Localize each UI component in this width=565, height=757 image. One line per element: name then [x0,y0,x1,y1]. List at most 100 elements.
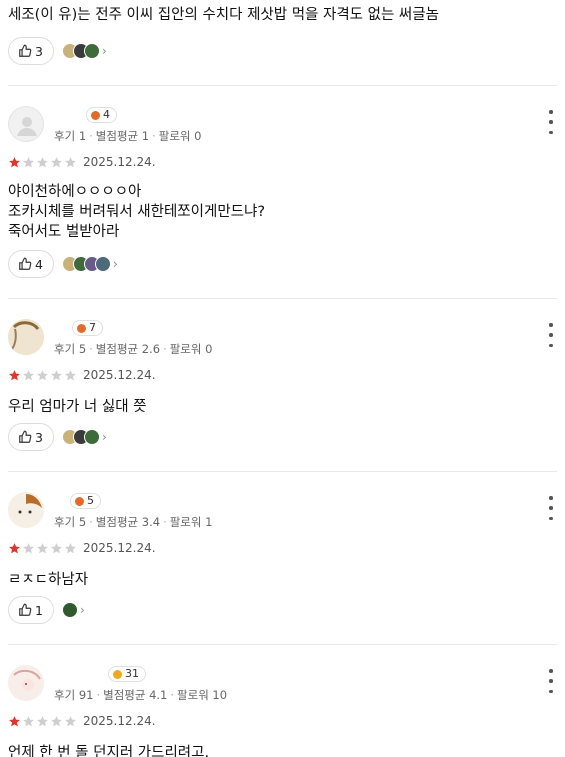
star-icon [37,156,48,167]
review-text-line: 우리 엄마가 너 싫대 쯧 [8,399,147,415]
review-item: 4 후기 1 · 별점평균 1 · 팔로워 0 2025.12.24. 야이천하에ㅇㅇㅇ… [0,106,565,278]
star-icon [9,369,20,380]
rating: 2025.12.24. [0,365,565,385]
star-icon [23,715,34,726]
level-badge: 5 [70,493,101,509]
rating: 2025.12.24. [0,711,565,731]
avg-rating: 별점평균 2.6 [95,342,161,356]
more-vertical-icon[interactable] [545,669,557,693]
level-number: 5 [87,494,94,507]
followers: 팔로워 0 [169,342,213,356]
user-meta: 후기 5 · 별점평균 2.6 · 팔로워 0 [54,342,213,356]
star-icon [37,715,48,726]
review-actions: 4 › [8,250,118,278]
star-icon [9,542,20,553]
like-count: 3 [35,43,43,59]
like-count: 3 [35,429,43,445]
medal-icon [75,496,84,506]
user-meta: 후기 91 · 별점평균 4.1 · 팔로워 10 [54,688,228,702]
star-icon [65,542,76,553]
review-count: 후기 91 [54,688,94,702]
chevron-right-icon: › [79,603,85,617]
avatar[interactable] [8,665,44,701]
thumbs-up-icon [19,430,32,443]
star-icon [51,369,62,380]
review-text-line: 죽어서도 벌받아라 [8,224,120,240]
reaction-emoji [83,429,100,445]
level-number: 7 [89,321,96,334]
more-vertical-icon[interactable] [545,496,557,520]
thumbs-up-icon [19,257,32,270]
review-date: 2025.12.24. [83,541,156,555]
star-rating [8,715,77,728]
star-icon [23,156,34,167]
like-button[interactable]: 3 [8,423,54,451]
review-count: 후기 5 [54,342,87,356]
like-button[interactable]: 3 [8,37,54,65]
review-date: 2025.12.24. [83,155,156,169]
thumbs-up-icon [19,44,32,57]
review-text-line: 야이천하에ㅇㅇㅇㅇ아 [8,184,142,200]
thumbs-up-icon [19,603,32,616]
star-rating [8,369,77,382]
like-count: 4 [35,256,43,272]
review-count: 후기 1 [54,129,87,143]
level-badge: 31 [108,666,146,682]
avatar[interactable] [8,106,44,142]
chevron-right-icon: › [101,430,107,444]
review-item: 7 후기 5 · 별점평균 2.6 · 팔로워 0 2025.12.24. 우리 엄마가… [0,319,565,451]
review-text-line: ㄹㅈㄷ하남자 [8,572,89,588]
review-item: 5 후기 5 · 별점평균 3.4 · 팔로워 1 2025.12.24. ㄹㅈㄷ하남자… [0,492,565,624]
reaction-emoji [83,43,100,59]
review-actions: 1 › [8,596,85,624]
star-icon [65,715,76,726]
review-text: 우리 엄마가 너 싫대 쯧 [0,397,565,417]
chevron-right-icon: › [101,44,107,58]
star-icon [65,156,76,167]
review-text-line: 세조(이 유)는 전주 이씨 집안의 수치다 제삿밥 먹을 자격도 없는 써글놈 [8,7,439,23]
more-vertical-icon[interactable] [545,323,557,347]
divider [8,298,557,299]
star-rating [8,542,77,555]
reaction-emoji [61,602,78,618]
user-meta: 후기 5 · 별점평균 3.4 · 팔로워 1 [54,515,213,529]
star-icon [9,156,20,167]
avg-rating: 별점평균 4.1 [103,688,168,702]
followers: 팔로워 0 [158,129,202,143]
reactions[interactable]: › [61,256,118,272]
star-icon [51,715,62,726]
review-text-line: 언제 한 번 돌 던지러 가드리려고. [8,745,210,757]
like-count: 1 [35,602,43,618]
chevron-right-icon: › [112,257,118,271]
reactions[interactable]: › [61,429,107,445]
avatar[interactable] [8,319,44,355]
medal-icon [113,669,122,679]
rating: 2025.12.24. [0,538,565,558]
review-text-line: 조카시체를 버려둬서 새한테쪼이게만드냐? [8,204,266,220]
medal-icon [91,110,100,120]
rating: 2025.12.24. [0,152,565,172]
followers: 팔로워 1 [169,515,213,529]
avg-rating: 별점평균 3.4 [95,515,161,529]
level-badge: 4 [86,107,117,123]
reactions[interactable]: › [61,602,85,618]
review-actions: 3 › [8,423,107,451]
review-item: 31 후기 91 · 별점평균 4.1 · 팔로워 10 2025.12.24. 언제 … [0,665,565,757]
level-number: 31 [125,667,139,680]
like-button[interactable]: 4 [8,250,54,278]
reactions[interactable]: › [61,43,107,59]
star-icon [23,369,34,380]
followers: 팔로워 10 [177,688,228,702]
star-rating [8,156,77,169]
like-button[interactable]: 1 [8,596,54,624]
star-icon [9,715,20,726]
avatar[interactable] [8,492,44,528]
star-icon [65,369,76,380]
level-badge: 7 [72,320,103,336]
star-icon [23,542,34,553]
review-actions: 3 › [8,37,107,65]
more-vertical-icon[interactable] [545,110,557,134]
star-icon [37,369,48,380]
medal-icon [77,323,86,333]
star-icon [37,542,48,553]
